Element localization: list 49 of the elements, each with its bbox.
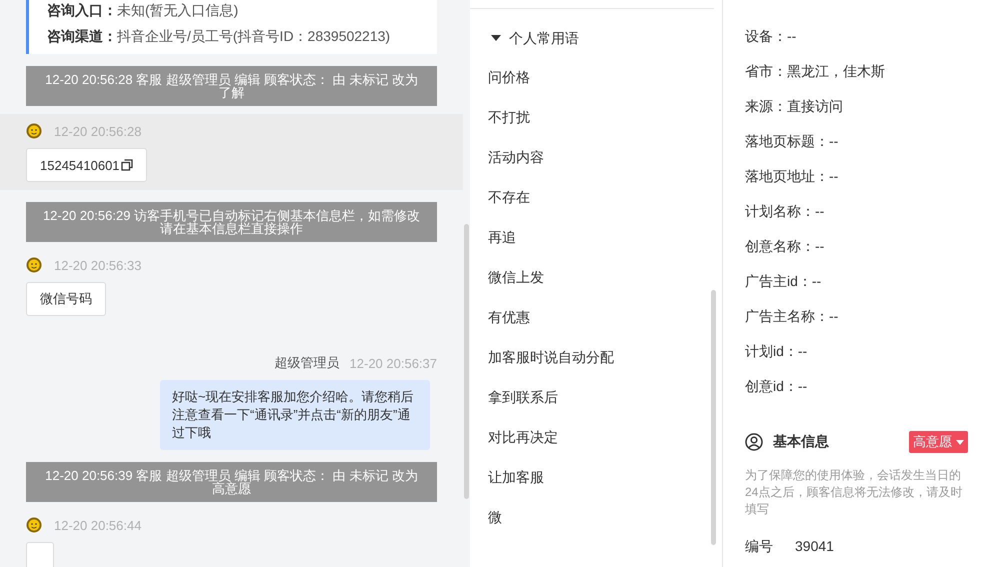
info-line: 来源：直接访问 (745, 97, 843, 116)
copy-icon[interactable] (120, 159, 133, 171)
phrase-item[interactable]: 活动内容 (470, 147, 722, 187)
info-line: 落地页地址：-- (745, 167, 838, 186)
system-notice: 12-20 20:56:39 客服 超级管理员 编辑 顾客状态： 由 未标记 改为高意愿 (26, 462, 437, 502)
phrase-item[interactable]: 让加客服 (470, 467, 722, 507)
info-line: 设备：-- (745, 27, 796, 46)
info-line: 计划id：-- (745, 342, 808, 361)
info-line: 落地页标题：-- (745, 132, 838, 151)
info-line: 咨询入口：未知(暂无入口信息) (47, 1, 240, 20)
system-notice: 12-20 20:56:29 访客手机号已自动标记右侧基本信息栏，如需修改请在基本信息栏直接操作 (26, 202, 437, 242)
info-line: 计划名称：-- (745, 202, 824, 221)
sender-name: 超级管理员 (274, 354, 340, 372)
intent-dropdown[interactable]: 高意愿 (909, 431, 968, 453)
phrase-item[interactable]: 加客服时说自动分配 (470, 347, 722, 387)
phrase-item[interactable]: 对比再决定 (470, 427, 722, 467)
message-time: 12-20 20:56:37 (350, 356, 437, 370)
message-text: 15245410601 (40, 158, 120, 172)
info-line: 广告主名称：-- (745, 307, 838, 326)
phrase-item[interactable]: 再追 (470, 227, 722, 267)
field-value: 39041 (795, 538, 834, 556)
caret-icon (956, 440, 964, 444)
phrase-group-toggle[interactable]: 个人常用语 (470, 9, 722, 47)
scrollbar[interactable] (464, 224, 469, 499)
message-time: 12-20 20:56:44 (54, 518, 142, 532)
scrollbar[interactable] (711, 290, 716, 545)
phrase-item[interactable]: 有优惠 (470, 307, 722, 347)
phrase-item[interactable]: 不打扰 (470, 107, 722, 147)
info-line: 咨询渠道：抖音企业号/员工号(抖音号ID：2839502213) (47, 27, 392, 46)
message-time: 12-20 20:56:33 (54, 258, 142, 272)
info-line: 省市：黑龙江，佳木斯 (745, 62, 885, 81)
system-notice: 12-20 20:56:28 客服 超级管理员 编辑 顾客状态： 由 未标记 改为了解 (26, 66, 437, 106)
group-label: 个人常用语 (509, 29, 579, 47)
phrase-item[interactable]: 拿到联系后 (470, 387, 722, 427)
phrase-item[interactable]: 微信上发 (470, 267, 722, 307)
phrase-item[interactable]: 微 (470, 507, 722, 547)
notice-text: 为了保障您的使用体验，会话发生当日的24点之后，顾客信息将无法修改，请及时填写 (745, 467, 964, 518)
message-text: 微信号码 (40, 290, 92, 308)
info-line: 创意id：-- (745, 377, 808, 396)
phrase-item[interactable]: 问价格 (470, 67, 722, 107)
phrase-item[interactable]: 不存在 (470, 187, 722, 227)
info-line: 广告主id：-- (745, 272, 822, 291)
agent-message-bubble: 好哒~现在安排客服加您介绍哈。请您稍后注意查看一下“通讯录”并点击“新的朋友”通过下哦 (160, 380, 430, 450)
message-time: 12-20 20:56:28 (54, 124, 142, 138)
caret-icon (491, 35, 501, 41)
section-title: 基本信息 (773, 433, 830, 451)
user-icon (745, 433, 763, 451)
info-line: 创意名称：-- (745, 237, 824, 256)
field-label: 编号 (745, 538, 773, 556)
